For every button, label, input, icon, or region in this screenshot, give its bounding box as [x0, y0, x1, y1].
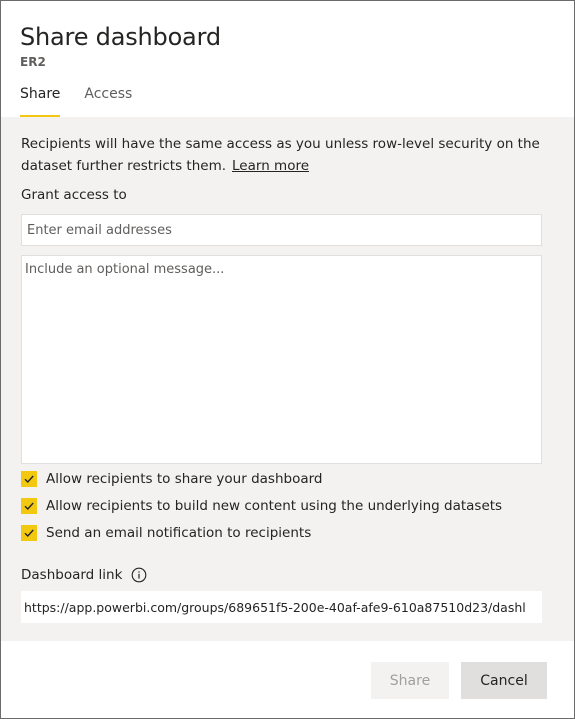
tab-share[interactable]: Share — [20, 85, 61, 117]
tab-bar: Share Access — [20, 85, 132, 117]
dashboard-link-header: Dashboard link — [21, 567, 147, 583]
checkbox-checked-icon[interactable] — [21, 525, 37, 541]
share-panel: Recipients will have the same access as … — [1, 117, 574, 641]
option-send-email-label: Send an email notification to recipients — [46, 525, 312, 541]
option-send-email[interactable]: Send an email notification to recipients — [21, 525, 311, 541]
checkbox-checked-icon[interactable] — [21, 498, 37, 514]
dashboard-link-label: Dashboard link — [21, 567, 123, 583]
option-allow-build-label: Allow recipients to build new content us… — [46, 498, 503, 514]
dialog-title: Share dashboard — [20, 23, 221, 51]
info-icon[interactable] — [131, 567, 147, 583]
share-button[interactable]: Share — [371, 662, 449, 699]
tab-access[interactable]: Access — [84, 85, 132, 117]
dashboard-link-field[interactable] — [21, 591, 542, 623]
dialog-footer: Share Cancel — [1, 641, 574, 718]
grant-access-label: Grant access to — [21, 187, 127, 203]
email-addresses-input[interactable] — [21, 214, 542, 246]
dashboard-name: ER2 — [20, 55, 46, 69]
option-allow-build[interactable]: Allow recipients to build new content us… — [21, 498, 502, 514]
optional-message-input[interactable] — [21, 255, 542, 464]
learn-more-link[interactable]: Learn more — [232, 158, 309, 174]
access-info-text: Recipients will have the same access as … — [21, 133, 541, 177]
checkbox-checked-icon[interactable] — [21, 471, 37, 487]
option-allow-reshare[interactable]: Allow recipients to share your dashboard — [21, 471, 322, 487]
cancel-button[interactable]: Cancel — [461, 662, 547, 699]
option-allow-reshare-label: Allow recipients to share your dashboard — [46, 471, 323, 487]
share-dashboard-dialog: Share dashboard ER2 Share Access Recipie… — [0, 0, 575, 719]
dialog-header: Share dashboard ER2 Share Access — [1, 1, 574, 117]
